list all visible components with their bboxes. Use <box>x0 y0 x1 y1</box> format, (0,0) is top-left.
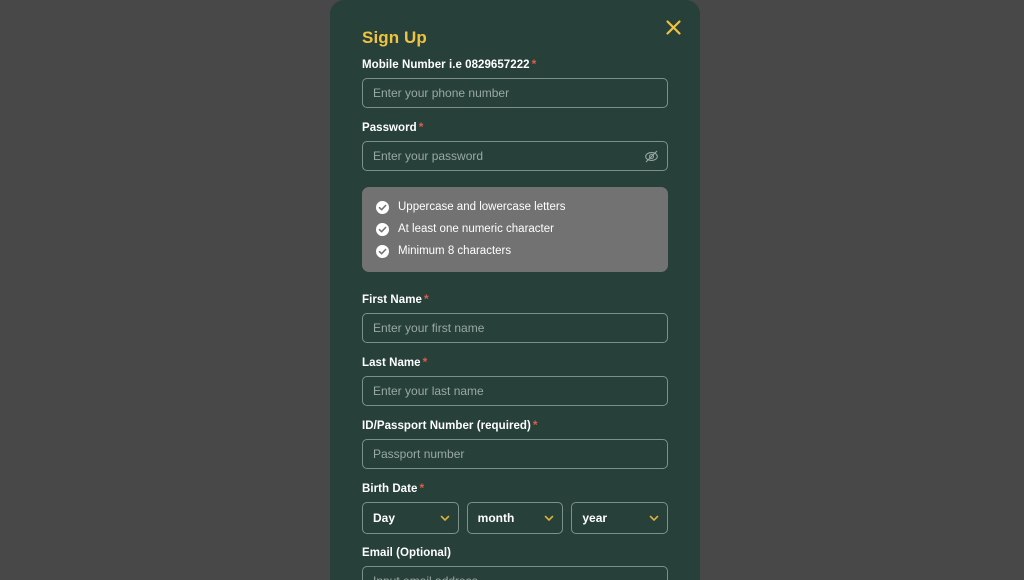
signup-modal: Sign Up Mobile Number i.e 0829657222* Pa… <box>330 0 700 580</box>
id-passport-label-text: ID/Passport Number (required) <box>362 420 531 432</box>
birth-date-label: Birth Date * <box>362 481 668 496</box>
field-birth-date: Birth Date * Day month year <box>362 481 669 534</box>
field-password: Password * <box>362 120 668 171</box>
password-input[interactable] <box>362 141 668 171</box>
birth-year-select[interactable]: year <box>571 502 669 534</box>
field-last-name: Last Name * <box>362 355 668 406</box>
birth-year-select-wrap: year <box>571 502 669 534</box>
mobile-number-label-text: Mobile Number i.e 0829657222 <box>362 59 530 71</box>
last-name-input[interactable] <box>362 376 668 406</box>
password-requirement-text: Uppercase and lowercase letters <box>398 201 566 213</box>
field-id-passport: ID/Passport Number (required) * <box>362 418 668 469</box>
birth-date-label-text: Birth Date <box>362 483 418 495</box>
required-asterisk: * <box>418 120 424 134</box>
check-circle-icon <box>376 200 389 214</box>
field-first-name: First Name * <box>362 292 668 343</box>
password-label-text: Password <box>362 122 417 134</box>
email-input-wrap <box>362 566 668 580</box>
required-asterisk: * <box>419 481 425 495</box>
check-circle-icon <box>376 244 389 258</box>
last-name-label-text: Last Name <box>362 357 421 369</box>
last-name-label: Last Name * <box>362 355 668 370</box>
first-name-input-wrap <box>362 313 668 343</box>
page-background: Sign Up Mobile Number i.e 0829657222* Pa… <box>0 0 1024 580</box>
mobile-number-input[interactable] <box>362 78 668 108</box>
required-asterisk: * <box>423 292 429 306</box>
required-asterisk: * <box>532 418 538 432</box>
password-requirement-text: Minimum 8 characters <box>398 245 512 257</box>
field-email: Email (Optional) <box>362 546 668 580</box>
page-title: Sign Up <box>362 28 427 47</box>
birth-month-select-wrap: month <box>466 502 564 534</box>
password-requirements: Uppercase and lowercase letters At least… <box>362 187 668 272</box>
signup-form: Sign Up Mobile Number i.e 0829657222* Pa… <box>330 0 700 580</box>
first-name-label-text: First Name <box>362 294 422 306</box>
birth-day-select-wrap: Day <box>362 502 459 534</box>
mobile-number-label: Mobile Number i.e 0829657222 * <box>362 57 668 72</box>
id-passport-input[interactable] <box>362 439 668 469</box>
list-item: Uppercase and lowercase letters <box>376 200 654 214</box>
list-item: At least one numeric character <box>376 222 654 236</box>
first-name-label: First Name * <box>362 292 668 307</box>
mobile-number-input-wrap <box>362 78 668 108</box>
id-passport-input-wrap <box>362 439 668 469</box>
field-mobile-number: Mobile Number i.e 0829657222 * <box>362 57 668 108</box>
password-label: Password * <box>362 120 668 135</box>
required-asterisk: * <box>422 355 428 369</box>
email-field[interactable] <box>362 566 668 580</box>
id-passport-label: ID/Passport Number (required) * <box>362 418 668 433</box>
eye-off-icon[interactable] <box>642 147 660 165</box>
required-asterisk: * <box>531 57 537 71</box>
check-circle-icon <box>376 222 389 236</box>
birth-month-select[interactable]: month <box>466 502 564 534</box>
birth-date-selectors: Day month year <box>362 502 669 534</box>
first-name-input[interactable] <box>362 313 668 343</box>
last-name-input-wrap <box>362 376 668 406</box>
password-input-wrap <box>362 141 668 171</box>
birth-day-select[interactable]: Day <box>362 502 459 534</box>
list-item: Minimum 8 characters <box>376 244 654 258</box>
email-label: Email (Optional) <box>362 547 451 559</box>
password-requirement-text: At least one numeric character <box>398 223 554 235</box>
